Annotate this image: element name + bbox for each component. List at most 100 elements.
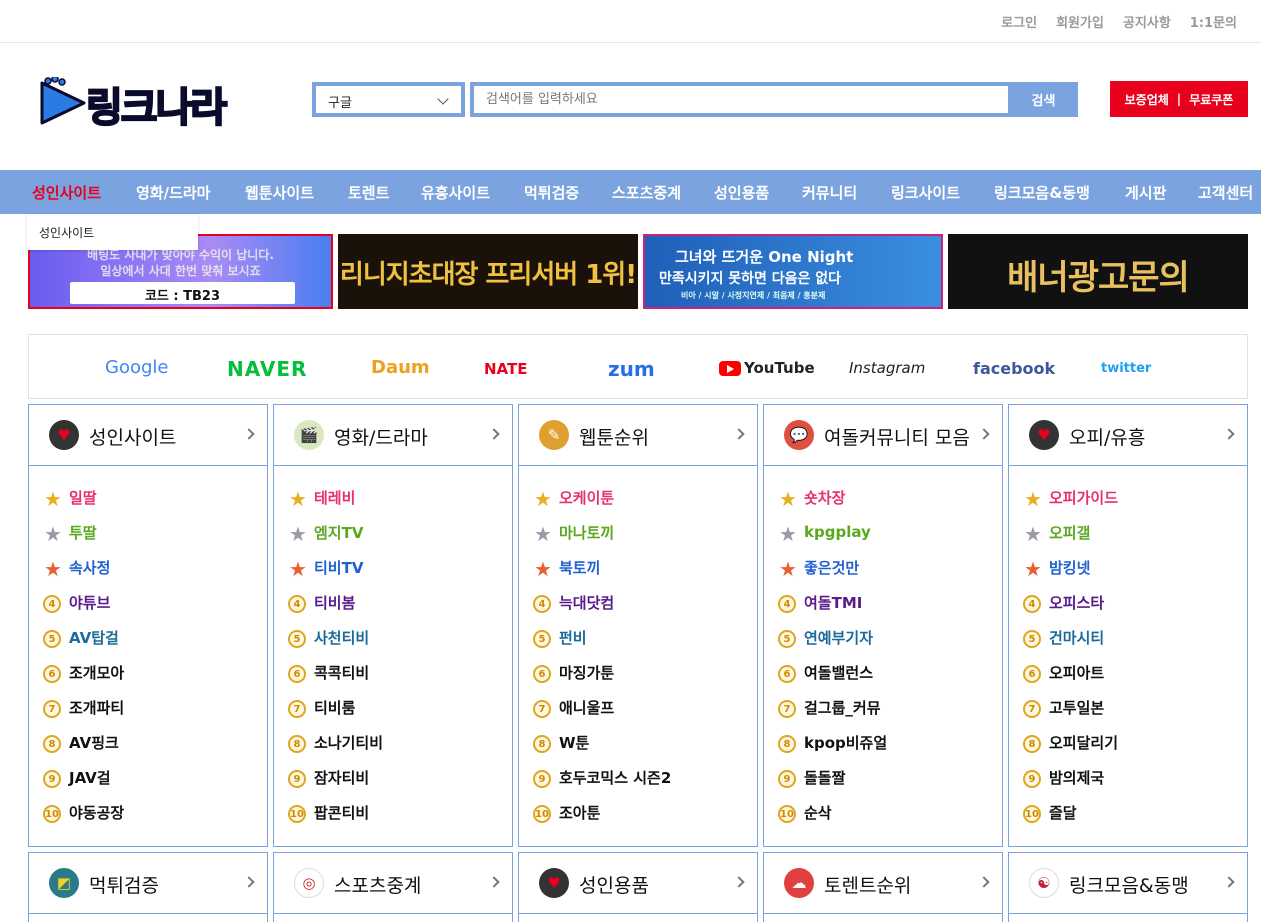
dropdown-item-adult-sites[interactable]: 성인사이트	[39, 224, 94, 241]
list-item[interactable]: 9 잠자티비	[288, 767, 383, 802]
chevron-right-icon[interactable]	[243, 428, 255, 440]
site-link[interactable]: 야동공장	[69, 804, 124, 822]
site-link[interactable]: 숏차장	[804, 489, 845, 507]
chevron-right-icon[interactable]	[978, 876, 990, 888]
site-link[interactable]: 오피달리기	[1049, 734, 1118, 752]
signup-link[interactable]: 회원가입	[1056, 12, 1104, 31]
banner-one-night[interactable]: 그녀와 뜨거운 One Night 만족시키지 못하면 다음은 없다 비아 / …	[643, 234, 943, 309]
site-link[interactable]: 소나기티비	[314, 734, 383, 752]
inquiry-link[interactable]: 1:1문의	[1190, 12, 1237, 31]
site-link[interactable]: 여돌밸런스	[804, 664, 873, 682]
list-item[interactable]: ★ 오피가이드	[1023, 487, 1118, 522]
site-link[interactable]: 고투일본	[1049, 699, 1104, 717]
nav-support[interactable]: 고객센터	[1198, 182, 1253, 203]
site-link[interactable]: 야튜브	[69, 594, 110, 612]
chevron-right-icon[interactable]	[1223, 428, 1235, 440]
notice-link[interactable]: 공지사항	[1123, 12, 1171, 31]
list-item[interactable]: 6 콕콕티비	[288, 662, 383, 697]
site-link[interactable]: W툰	[559, 734, 589, 752]
site-link[interactable]: 일딸	[69, 489, 97, 507]
list-item[interactable]: 10 조아툰	[533, 802, 671, 837]
site-link[interactable]: 테레비	[314, 489, 355, 507]
list-item[interactable]: 5 연예부기자	[778, 627, 887, 662]
site-link[interactable]: 연예부기자	[804, 629, 873, 647]
site-link[interactable]: 순삭	[804, 804, 832, 822]
list-item[interactable]: ★ 속사정	[43, 557, 124, 592]
list-item[interactable]: ★ kpgplay	[778, 522, 887, 557]
panel-header[interactable]: 🎬 영화/드라마	[274, 405, 512, 466]
site-link[interactable]: 투딸	[69, 524, 97, 542]
site-link[interactable]: AV탑걸	[69, 629, 119, 647]
site-link[interactable]: 티비TV	[314, 559, 363, 577]
panel-header[interactable]: ◎ 스포츠중계	[274, 853, 512, 914]
site-link[interactable]: 밤킹넷	[1049, 559, 1090, 577]
site-link[interactable]: 조아툰	[559, 804, 600, 822]
free-coupon-link[interactable]: 무료쿠폰	[1189, 91, 1233, 108]
nav-adult-goods[interactable]: 성인용품	[714, 182, 769, 203]
banner-lineage[interactable]: 리니지초대장 프리서버 1위!	[338, 234, 638, 309]
chevron-right-icon[interactable]	[488, 876, 500, 888]
chevron-right-icon[interactable]	[978, 428, 990, 440]
list-item[interactable]: 9 돌돌짤	[778, 767, 887, 802]
nav-adult-sites[interactable]: 성인사이트	[32, 182, 101, 203]
list-item[interactable]: ★ 티비TV	[288, 557, 383, 592]
nav-link-collection[interactable]: 링크모음&동맹	[994, 182, 1090, 203]
site-link[interactable]: 티비룸	[314, 699, 355, 717]
guaranteed-vendors-link[interactable]: 보증업체	[1125, 91, 1169, 108]
nav-link-sites[interactable]: 링크사이트	[891, 182, 960, 203]
panel-header[interactable]: ♥ 성인사이트	[29, 405, 267, 466]
site-link[interactable]: 여돌TMI	[804, 594, 862, 612]
list-item[interactable]: 6 오피아트	[1023, 662, 1118, 697]
list-item[interactable]: 10 즐달	[1023, 802, 1118, 837]
list-item[interactable]: ★ 밤킹넷	[1023, 557, 1118, 592]
site-link[interactable]: AV핑크	[69, 734, 119, 752]
chevron-right-icon[interactable]	[1223, 876, 1235, 888]
list-item[interactable]: ★ 오케이툰	[533, 487, 671, 522]
site-link[interactable]: 펀비	[559, 629, 587, 647]
nav-movies-drama[interactable]: 영화/드라마	[136, 182, 210, 203]
list-item[interactable]: 10 야동공장	[43, 802, 124, 837]
site-link[interactable]: 오피갤	[1049, 524, 1090, 542]
list-item[interactable]: 8 kpop비쥬얼	[778, 732, 887, 767]
youtube-link[interactable]: YouTube	[744, 359, 815, 377]
list-item[interactable]: 4 늑대닷컴	[533, 592, 671, 627]
list-item[interactable]: 9 밤의제국	[1023, 767, 1118, 802]
naver-link[interactable]: NAVER	[227, 357, 307, 381]
panel-header[interactable]: ◩ 먹튀검증	[29, 853, 267, 914]
nav-torrent[interactable]: 토렌트	[348, 182, 389, 203]
site-link[interactable]: 밤의제국	[1049, 769, 1104, 787]
site-link[interactable]: 걸그룹_커뮤	[804, 699, 881, 717]
site-link[interactable]: kpgplay	[804, 523, 871, 541]
site-link[interactable]: 콕콕티비	[314, 664, 369, 682]
nav-community[interactable]: 커뮤니티	[802, 182, 857, 203]
list-item[interactable]: 6 마징가툰	[533, 662, 671, 697]
list-item[interactable]: ★ 테레비	[288, 487, 383, 522]
site-link[interactable]: 잠자티비	[314, 769, 369, 787]
site-link[interactable]: 오피가이드	[1049, 489, 1118, 507]
site-link[interactable]: 즐달	[1049, 804, 1077, 822]
site-link[interactable]: 조개파티	[69, 699, 124, 717]
list-item[interactable]: ★ 좋은것만	[778, 557, 887, 592]
login-link[interactable]: 로그인	[1001, 12, 1037, 31]
list-item[interactable]: 9 JAV걸	[43, 767, 124, 802]
list-item[interactable]: 5 AV탑걸	[43, 627, 124, 662]
site-link[interactable]: 건마시티	[1049, 629, 1104, 647]
nav-board[interactable]: 게시판	[1125, 182, 1166, 203]
panel-header[interactable]: ♥ 성인용품	[519, 853, 757, 914]
zum-link[interactable]: zum	[608, 357, 655, 381]
list-item[interactable]: 8 AV핑크	[43, 732, 124, 767]
panel-header[interactable]: ☁ 토렌트순위	[764, 853, 1002, 914]
site-link[interactable]: 티비봄	[314, 594, 355, 612]
site-link[interactable]: JAV걸	[69, 769, 111, 787]
site-link[interactable]: 오피스타	[1049, 594, 1104, 612]
search-engine-select[interactable]: 구글	[312, 82, 465, 117]
search-button[interactable]: 검색	[1009, 82, 1078, 117]
list-item[interactable]: ★ 오피갤	[1023, 522, 1118, 557]
list-item[interactable]: ★ 북토끼	[533, 557, 671, 592]
site-link[interactable]: 호두코믹스 시즌2	[559, 769, 671, 787]
site-link[interactable]: kpop비쥬얼	[804, 734, 887, 752]
panel-header[interactable]: ♥ 오피/유흥	[1009, 405, 1247, 466]
list-item[interactable]: 9 호두코믹스 시즌2	[533, 767, 671, 802]
facebook-link[interactable]: facebook	[973, 359, 1055, 378]
list-item[interactable]: ★ 마나토끼	[533, 522, 671, 557]
